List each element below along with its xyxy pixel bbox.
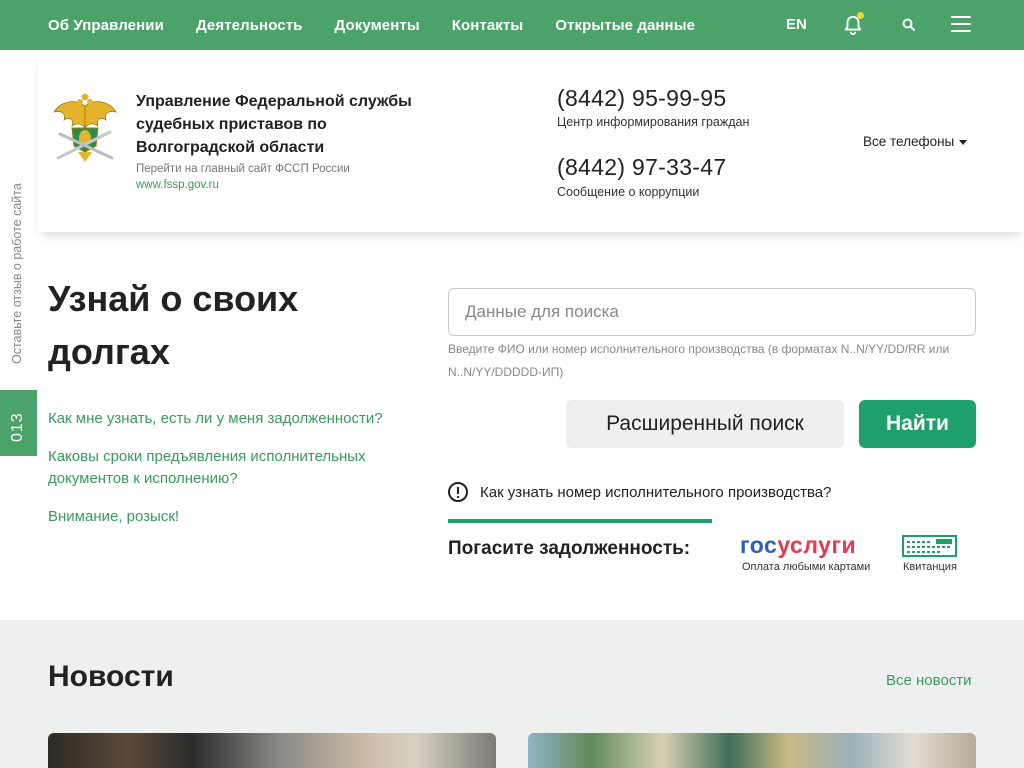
org-title: Управление Федеральной службы судебных п… [136,93,412,156]
exclamation-icon [448,482,468,502]
feedback-side-tab[interactable]: Оставьте отзыв о работе сайта [6,150,30,370]
debt-section-title: Узнай о своих долгах [48,278,299,372]
menu-icon[interactable] [951,16,971,34]
nav-link-open-data[interactable]: Открытые данные [555,17,695,34]
side-tab-013[interactable]: 013 [0,390,37,456]
top-navigation-bar: Об Управлении Деятельность Документы Кон… [0,0,1024,50]
pay-accent-bar [448,519,712,523]
caret-down-icon [959,139,968,145]
receipt-icon[interactable] [902,535,957,557]
news-title: Новости [48,660,174,693]
gosuslugi-caption: Оплата любыми картами [742,561,871,573]
phone-corruption-caption: Сообщение о коррупции [557,185,700,199]
pay-debt-label: Погасите задолженность: [448,538,691,559]
main-site-caption: Перейти на главный сайт ФССП России [136,163,350,175]
gosuslugi-logo-part-a: гос [740,532,778,558]
fssp-emblem-icon[interactable] [52,92,118,164]
main-site-link[interactable]: www.fssp.gov.ru [136,179,219,191]
advanced-search-button[interactable]: Расширенный поиск [566,400,844,448]
nav-link-contacts[interactable]: Контакты [452,17,524,34]
receipt-caption: Квитанция [903,561,957,573]
notification-dot [857,12,864,19]
debt-search-input[interactable] [448,288,976,336]
main-menu: Об Управлении Деятельность Документы Кон… [48,0,727,50]
nav-link-documents[interactable]: Документы [334,17,419,34]
howto-find-number-link[interactable]: Как узнать номер исполнительного произво… [448,482,831,502]
howto-label: Как узнать номер исполнительного произво… [480,483,832,501]
nav-link-activity[interactable]: Деятельность [196,17,303,34]
search-hint: Введите ФИО или номер исполнительного пр… [448,342,950,379]
faq-link-deadlines[interactable]: Каковы сроки предъявления исполнительных… [48,446,393,490]
faq-link-wanted[interactable]: Внимание, розыск! [48,506,418,528]
all-phones-dropdown[interactable]: Все телефоны [863,134,968,149]
language-switch[interactable]: EN [786,16,807,33]
find-button[interactable]: Найти [859,400,976,448]
all-news-link[interactable]: Все новости [886,672,972,689]
feedback-label: Оставьте отзыв о работе сайта [10,183,24,364]
news-card-image[interactable] [48,733,496,768]
phone-info-center-caption: Центр информирования граждан [557,115,750,129]
search-icon[interactable] [901,17,917,33]
nav-link-about[interactable]: Об Управлении [48,17,164,34]
phone-info-center[interactable]: (8442) 95-99-95 [557,85,726,112]
faq-link-check-debt[interactable]: Как мне узнать, есть ли у меня задолженн… [48,408,418,430]
all-phones-label: Все телефоны [863,134,955,149]
phone-corruption[interactable]: (8442) 97-33-47 [557,154,726,181]
side-tab-013-label: 013 [9,412,26,442]
gosuslugi-logo[interactable]: госуслуги [740,532,856,559]
news-card-image[interactable] [528,733,976,768]
gosuslugi-logo-part-b: услуги [777,532,857,558]
